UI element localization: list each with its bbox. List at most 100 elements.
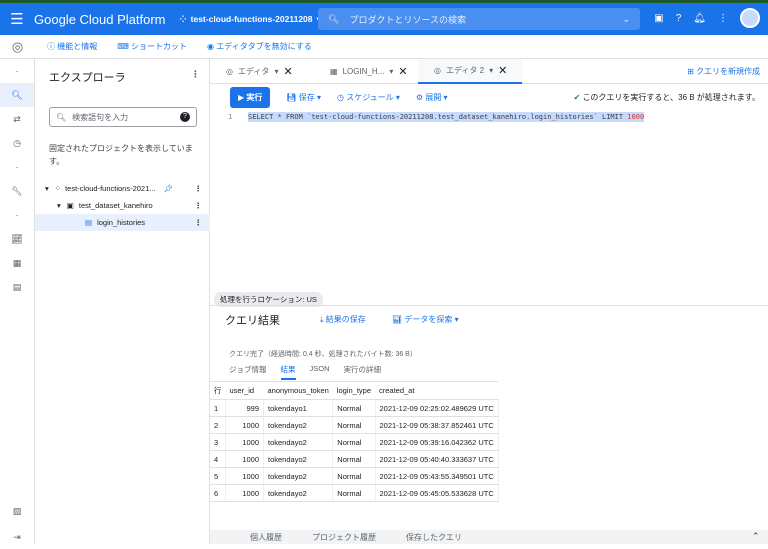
table-icon[interactable]: ▤ xyxy=(0,275,34,299)
transfers-icon[interactable]: ⇄ xyxy=(0,107,34,131)
save-results-button[interactable]: ⤓ 結果の保存 xyxy=(320,314,366,325)
table-cell: tokendayo2 xyxy=(263,416,334,434)
expand-arrow-icon[interactable]: ▾ xyxy=(45,184,49,193)
table-cell: 2021-12-09 05:40:40.333637 UTC xyxy=(375,450,499,468)
menu-icon[interactable]: ☰ xyxy=(0,10,34,28)
table-row: 6 1000 tokendayo2 Normal 2021-12-09 05:45:05… xyxy=(210,484,499,502)
pane-divider[interactable] xyxy=(210,305,768,306)
table-cell: 3 xyxy=(210,433,226,451)
save-button[interactable]: 💾︎ 保存 ▾ xyxy=(286,92,321,103)
chevron-down-icon[interactable]: ▾ xyxy=(274,67,278,76)
table-cell: tokendayo2 xyxy=(263,450,334,468)
header: ☰ Google Cloud Platform ⁘ test-cloud-func… xyxy=(0,3,768,35)
search-input[interactable]: 🔍︎ プロダクトとリソースの検索 ⌄ xyxy=(318,8,640,30)
history-icon[interactable]: ◷ xyxy=(0,131,34,155)
table-icon: ▦ xyxy=(330,66,338,76)
search-icon[interactable]: 🔍︎ xyxy=(0,83,34,107)
run-button[interactable]: ▶ 実行 xyxy=(230,86,271,108)
more-icon[interactable]: ⋮ xyxy=(191,69,200,80)
column-header[interactable]: created_at xyxy=(375,381,499,400)
tab-personal-history[interactable]: 個人履歴 xyxy=(250,532,282,543)
results-tabs: ジョブ情報 結果 JSON 実行の詳細 xyxy=(229,364,381,380)
column-header[interactable]: anonymous_token xyxy=(263,381,333,400)
tab-editor-2[interactable]: ◎ エディタ 2 ▾ ✕ xyxy=(418,58,522,84)
tab-job-info[interactable]: ジョブ情報 xyxy=(229,364,267,380)
features-info-button[interactable]: ⓘ 機能と情報 xyxy=(47,41,97,52)
column-header[interactable]: login_type xyxy=(332,381,375,400)
sql-editor[interactable]: 1 SELECT * FROM `test-cloud-functions-20… xyxy=(210,110,768,290)
tab-editor[interactable]: ◎ エディタ ▾ ✕ xyxy=(210,59,314,84)
table-cell: tokendayo2 xyxy=(263,467,334,485)
disable-editor-tabs-button[interactable]: ◉ エディタタブを無効にする xyxy=(207,41,312,52)
close-icon[interactable]: ✕ xyxy=(398,65,407,78)
project-icon: ⁘ xyxy=(179,13,187,24)
explorer-panel: エクスプローラ ⋮ 🔍︎ 検索語句を入力? 固定されたプロジェクトを表示しています… xyxy=(35,59,210,544)
tab-label: エディタ 2 xyxy=(445,65,485,75)
dashboard-icon[interactable]: ▦ xyxy=(0,251,34,275)
history-tabs: 個人履歴 プロジェクト履歴 保存したクエリ xyxy=(210,530,768,544)
explorer-search-input[interactable]: 🔍︎ 検索語句を入力? xyxy=(49,107,197,127)
explore-data-button[interactable]: 📊︎ データを探索 ▾ xyxy=(392,314,459,325)
brand[interactable]: Google Cloud Platform xyxy=(34,12,166,27)
tree-item-table[interactable]: ▤ login_histories ⋮ xyxy=(35,214,210,231)
tab-execution-details[interactable]: 実行の詳細 xyxy=(344,364,382,380)
release-notes-icon[interactable]: ▨ xyxy=(0,499,34,523)
table-icon: ▤ xyxy=(85,218,93,227)
more-icon[interactable]: ⋮ xyxy=(195,218,203,227)
plus-icon: ⊞ xyxy=(687,67,694,76)
search-icon: 🔍︎ xyxy=(56,112,67,122)
search-placeholder: 検索語句を入力 xyxy=(72,112,129,122)
table-row: 5 1000 tokendayo2 Normal 2021-12-09 05:43:55… xyxy=(210,467,499,485)
wrench-icon[interactable]: 🔧︎ xyxy=(0,179,34,203)
tree-item-dataset[interactable]: ▾ ▣ test_dataset_kanehiro ⋮ xyxy=(35,197,210,214)
cloud-shell-icon[interactable]: ▣ xyxy=(654,13,663,24)
avatar[interactable] xyxy=(740,8,760,28)
bigquery-logo-icon: ◎ xyxy=(11,38,24,54)
chevron-up-icon[interactable]: ⌃ xyxy=(752,531,760,542)
more-icon[interactable]: ⋮ xyxy=(195,184,203,193)
more-icon[interactable]: ⋮ xyxy=(195,201,203,210)
tab-login-histories[interactable]: ▦ LOGIN_H... ▾ ✕ xyxy=(314,59,418,84)
more-icon[interactable]: ⋮ xyxy=(718,13,728,24)
new-query-button[interactable]: ⊞ クエリを新規作成 xyxy=(687,66,760,77)
close-icon[interactable]: ✕ xyxy=(498,64,507,77)
deploy-button[interactable]: ⚙ 展開 ▾ xyxy=(416,92,448,103)
line-number: 1 xyxy=(228,113,233,121)
project-name: test-cloud-functions-20211208 xyxy=(190,14,313,24)
help-icon[interactable]: ? xyxy=(676,13,682,24)
toolbar: ◎ ⓘ 機能と情報 ⌨ ショートカット ◉ エディタタブを無効にする xyxy=(0,35,768,59)
tab-json[interactable]: JSON xyxy=(310,364,330,380)
expand-arrow-icon[interactable]: ▾ xyxy=(57,201,61,210)
table-cell: 6 xyxy=(210,484,226,502)
chevron-down-icon[interactable]: ▾ xyxy=(389,67,393,76)
analytics-icon[interactable]: 📈︎ xyxy=(0,227,34,251)
close-icon[interactable]: ✕ xyxy=(283,65,292,78)
table-cell: 1000 xyxy=(225,484,264,502)
results-table: 行 user_id anonymous_token login_type created… xyxy=(210,381,499,502)
table-cell: 2021-12-09 05:45:05.533628 UTC xyxy=(375,484,499,502)
tab-saved-queries[interactable]: 保存したクエリ xyxy=(406,532,462,543)
project-selector[interactable]: ⁘test-cloud-functions-20211208▾ xyxy=(180,14,321,25)
dot-icon[interactable]: · xyxy=(0,203,34,227)
help-icon[interactable]: ? xyxy=(180,112,190,122)
column-header[interactable]: 行 xyxy=(210,381,226,400)
table-cell: Normal xyxy=(332,433,376,451)
tree-item-project[interactable]: ▾ ⁘ test-cloud-functions-2021... 📌︎ ⋮ xyxy=(35,180,210,197)
chevron-down-icon[interactable]: ▾ xyxy=(489,66,493,75)
schedule-button[interactable]: ◷ スケジュール ▾ xyxy=(337,92,400,103)
dot-icon[interactable]: · xyxy=(0,155,34,179)
pin-icon[interactable]: 📌︎ xyxy=(164,184,174,193)
table-cell: Normal xyxy=(332,467,376,485)
tab-results[interactable]: 結果 xyxy=(280,364,296,380)
dot-icon[interactable]: · xyxy=(0,59,34,83)
table-cell: 5 xyxy=(210,467,226,485)
chevron-down-icon[interactable]: ⌄ xyxy=(622,14,630,25)
column-header[interactable]: user_id xyxy=(225,381,264,400)
tab-project-history[interactable]: プロジェクト履歴 xyxy=(312,532,376,543)
sql-text[interactable]: SELECT * FROM `test-cloud-functions-2021… xyxy=(248,112,645,122)
search-placeholder: プロダクトとリソースの検索 xyxy=(349,14,466,25)
left-rail: · 🔍︎ ⇄ ◷ · 🔧︎ · 📈︎ ▦ ▤ ▨ ⇥ xyxy=(0,59,35,544)
expand-icon[interactable]: ⇥ xyxy=(0,525,34,549)
shortcuts-button[interactable]: ⌨ ショートカット xyxy=(117,41,187,52)
notifications-icon[interactable]: 🔔︎ xyxy=(693,13,706,24)
